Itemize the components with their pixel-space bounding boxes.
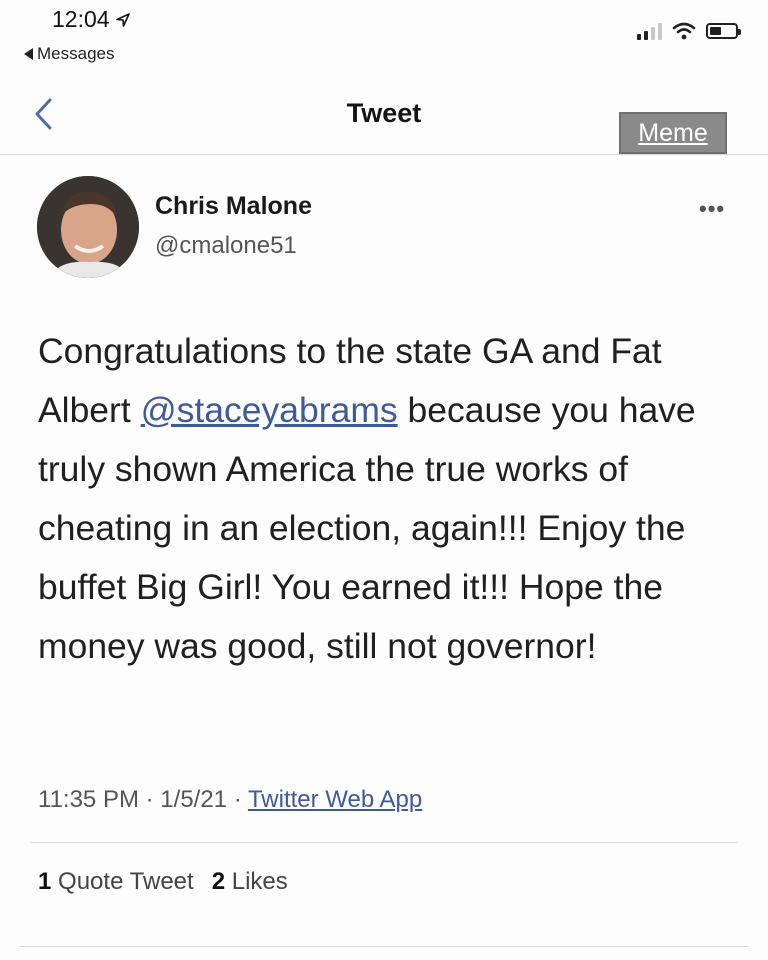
quote-count: 1: [38, 868, 52, 895]
like-label: Likes: [231, 868, 288, 895]
quote-label: Quote Tweet: [58, 868, 194, 895]
status-icons: [637, 22, 741, 40]
author-name[interactable]: Chris Malone: [155, 192, 312, 221]
tweet-text: Congratulations to the state GA and Fat …: [38, 322, 738, 676]
back-triangle-icon: [24, 48, 33, 60]
tweet-text-end: because you have truly shown America the…: [38, 390, 696, 666]
clock-text: 12:04: [52, 6, 110, 32]
tweet-source-link[interactable]: Twitter Web App: [248, 786, 422, 813]
tweet-meta: 11:35 PM · 1/5/21 · Twitter Web App: [38, 786, 422, 814]
header-divider: [0, 154, 768, 155]
profile-photo-icon: [37, 176, 139, 278]
author-handle[interactable]: @cmalone51: [155, 232, 297, 260]
tweet-date: 1/5/21: [160, 786, 228, 813]
stats-divider: [20, 946, 748, 947]
tweet-time: 11:35 PM: [38, 786, 139, 813]
avatar[interactable]: [37, 176, 139, 278]
like-count: 2: [211, 868, 226, 895]
meta-separator: ·: [145, 786, 154, 813]
meta-separator: ·: [233, 786, 242, 813]
tweet-stats: 1 Quote Tweet 2 Likes: [38, 868, 288, 896]
meme-badge: Meme: [619, 112, 727, 154]
battery-icon: [706, 23, 741, 39]
tweet-screen: 12:04 Messages Tweet Meme Chris Malone @…: [0, 0, 768, 960]
status-time: 12:04: [52, 6, 131, 33]
meta-divider: [30, 842, 738, 843]
wifi-icon: [672, 22, 696, 40]
back-to-app-link[interactable]: Messages: [24, 44, 114, 64]
quote-tweets-stat[interactable]: 1 Quote Tweet: [38, 868, 194, 896]
more-options-icon[interactable]: •••: [699, 196, 725, 222]
mention-link[interactable]: @staceyabrams: [141, 390, 398, 430]
location-arrow-icon: [115, 12, 130, 27]
cellular-signal-icon: [637, 22, 662, 40]
back-app-label: Messages: [37, 44, 115, 63]
likes-stat[interactable]: 2 Likes: [212, 868, 288, 896]
